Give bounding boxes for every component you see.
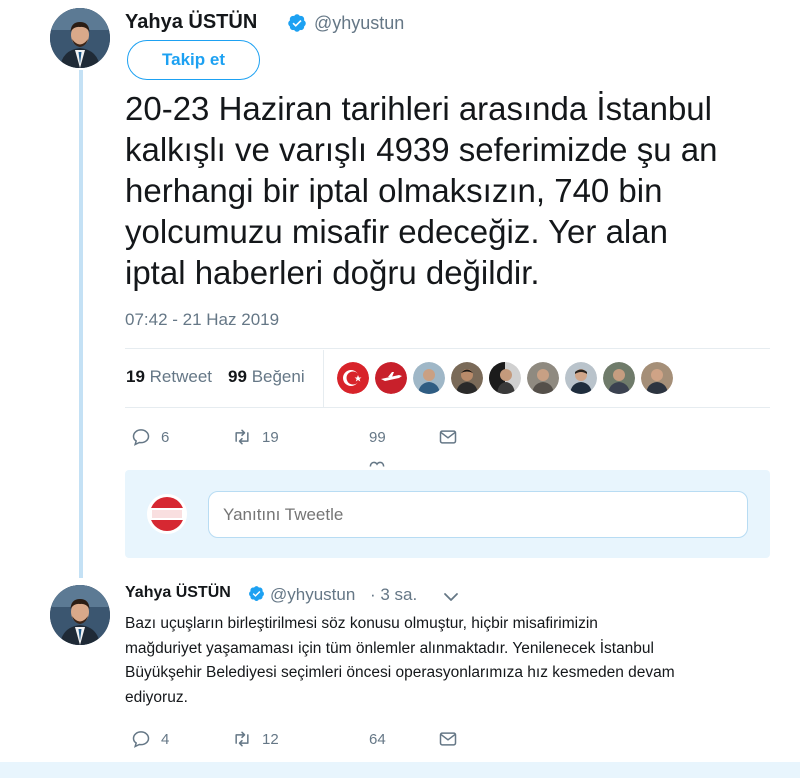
retweet-action[interactable]: 12 (232, 729, 279, 749)
reply-text-line: Büyükşehir Belediyesi seçimleri öncesi o… (125, 664, 675, 681)
tweet-text-line: kalkışlı ve varışlı 4939 seferimizde şu … (125, 131, 718, 168)
liker-avatar[interactable] (375, 362, 407, 394)
reply-action[interactable]: 6 (131, 427, 169, 447)
tweet-timestamp[interactable]: 07:42 - 21 Haz 2019 (125, 310, 279, 330)
follow-button[interactable]: Takip et (127, 40, 260, 80)
reply-text-line: mağduriyet yaşamaması için tüm önlemler … (125, 639, 654, 657)
current-user-avatar[interactable] (147, 494, 187, 534)
tweet-text-line: 20-23 Haziran tarihleri arasında İstanbu… (125, 90, 712, 127)
reply-tweet-text: Bazı uçuşların birleştirilmesi söz konus… (125, 612, 785, 710)
tweet-text-line: iptal haberleri doğru değildir. (125, 254, 540, 291)
retweet-count: 19 (126, 367, 145, 386)
next-item-strip (0, 762, 800, 778)
like-action[interactable]: 64 (369, 731, 386, 748)
reply-action[interactable]: 4 (131, 729, 169, 749)
message-action[interactable] (438, 729, 458, 749)
like-count: 99 (228, 367, 247, 386)
liker-avatar[interactable] (565, 362, 597, 394)
reply-icon (132, 429, 150, 446)
reply-count: 4 (161, 730, 170, 748)
like-count: 64 (369, 731, 386, 748)
liker-avatar[interactable] (527, 362, 559, 394)
reply-time-ago[interactable]: · 3 sa. (370, 585, 417, 605)
verified-badge-icon (288, 14, 306, 32)
stats-separator (323, 350, 324, 408)
reply-author-avatar[interactable] (50, 585, 110, 645)
liker-avatar[interactable] (413, 362, 445, 394)
heart-icon[interactable] (367, 458, 387, 470)
envelope-icon (439, 732, 457, 746)
retweet-icon (235, 429, 249, 445)
reply-input[interactable] (208, 491, 748, 538)
liker-avatar[interactable] (641, 362, 673, 394)
reply-composer (125, 470, 770, 558)
author-name[interactable]: Yahya ÜSTÜN (125, 11, 257, 34)
liker-avatar[interactable] (603, 362, 635, 394)
like-stat-label: Beğeni (251, 367, 305, 386)
like-count: 99 (369, 429, 386, 446)
envelope-icon (439, 430, 457, 444)
retweet-count: 19 (262, 428, 279, 446)
reply-icon (132, 731, 150, 748)
like-action[interactable]: 99 (369, 429, 386, 446)
liker-avatar[interactable] (489, 362, 521, 394)
author-avatar[interactable] (50, 8, 110, 68)
chevron-down-icon[interactable] (443, 592, 459, 602)
liker-avatar[interactable] (451, 362, 483, 394)
reply-text-line: ediyoruz. (125, 688, 188, 706)
retweet-icon (235, 731, 249, 747)
like-stat[interactable]: 99 Beğeni (228, 367, 305, 387)
liker-avatar[interactable] (337, 362, 369, 394)
tweet-stats: 19 Retweet 99 Beğeni (126, 367, 305, 387)
liker-avatars (337, 362, 673, 394)
retweet-stat-label: Retweet (149, 367, 213, 386)
message-action[interactable] (438, 427, 458, 447)
retweet-count: 12 (262, 730, 279, 748)
reply-author-name[interactable]: Yahya ÜSTÜN (125, 584, 231, 602)
verified-badge-icon (249, 586, 264, 601)
reply-text-line: Bazı uçuşların birleştirilmesi söz konus… (125, 615, 598, 632)
tweet-text-line: herhangi bir iptal olmaksızın, 740 bin (125, 172, 663, 209)
divider (125, 348, 770, 349)
divider (125, 407, 770, 408)
tweet-text: 20-23 Haziran tarihleri arasında İstanbu… (125, 88, 785, 293)
tweet-text-line: yolcumuzu misafir edeceğiz. Yer alan (125, 213, 668, 250)
reply-author-handle[interactable]: @yhyustun (270, 585, 355, 605)
author-handle[interactable]: @yhyustun (314, 13, 404, 34)
retweet-stat[interactable]: 19 Retweet (126, 367, 212, 387)
thread-connector-line (79, 70, 83, 578)
retweet-action[interactable]: 19 (232, 427, 279, 447)
reply-count: 6 (161, 428, 170, 446)
